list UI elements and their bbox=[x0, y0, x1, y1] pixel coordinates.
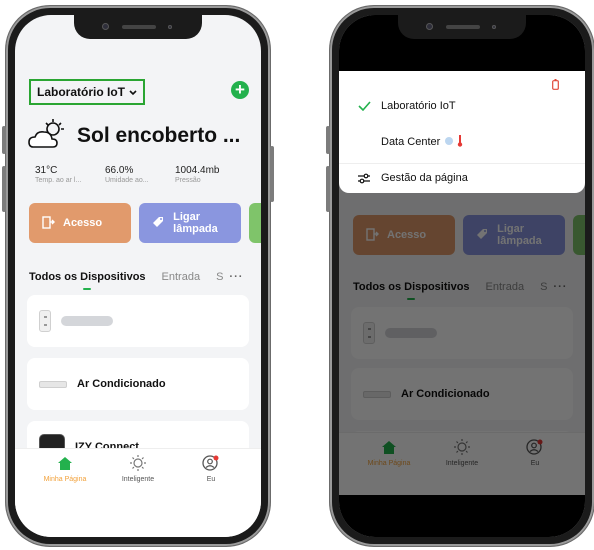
screen: Laboratório IoT + Sol encoberto ... 31°C… bbox=[15, 15, 261, 537]
tabbar-item-home[interactable]: Minha Página bbox=[35, 455, 95, 483]
side-button bbox=[2, 166, 6, 212]
stat-value: 66.0% bbox=[105, 165, 134, 176]
battery-icon bbox=[552, 79, 559, 92]
notch bbox=[74, 15, 202, 39]
door-icon bbox=[41, 215, 55, 232]
scene-acesso-button[interactable]: Acesso bbox=[29, 203, 132, 243]
phone-left: Laboratório IoT + Sol encoberto ... 31°C… bbox=[2, 6, 274, 546]
home-icon bbox=[57, 456, 73, 473]
device-tabs: Todos os Dispositivos Entrada S ··· bbox=[29, 265, 251, 290]
device-card[interactable] bbox=[27, 295, 249, 347]
tab-s[interactable]: S bbox=[216, 271, 223, 283]
side-button bbox=[2, 126, 6, 154]
stat-label: Umidade ao... bbox=[105, 177, 149, 184]
scene-partial[interactable] bbox=[249, 203, 261, 243]
bottom-tabbar: Minha Página Inteligente Eu bbox=[15, 448, 261, 537]
home-indicator-area bbox=[339, 495, 585, 537]
phone-right: Acesso Ligar lâmpada Todos os Dispositiv… bbox=[326, 6, 594, 546]
weather-condition: Sol encoberto ... bbox=[77, 124, 241, 147]
cloud-sun-icon bbox=[27, 117, 67, 156]
stat-temperature: 31°C Temp. ao ar l... bbox=[35, 165, 105, 184]
menu-item-data-center[interactable]: Data Center bbox=[353, 129, 575, 155]
location-dropdown-menu: Laboratório IoT Data Center Gestão da pá… bbox=[339, 71, 585, 193]
menu-item-gestao[interactable]: Gestão da página bbox=[353, 165, 575, 191]
tabbar-item-smart[interactable]: Inteligente bbox=[108, 455, 168, 483]
location-selector[interactable]: Laboratório IoT bbox=[29, 79, 145, 105]
menu-item-label: Gestão da página bbox=[381, 172, 468, 184]
scene-label: Ligar lâmpada bbox=[173, 211, 218, 235]
scene-ligar-lampada-button[interactable]: Ligar lâmpada bbox=[139, 203, 242, 243]
location-name: Laboratório IoT bbox=[37, 85, 125, 99]
stat-value: 1004.4mb bbox=[175, 165, 220, 176]
device-card[interactable]: Ar Condicionado bbox=[27, 358, 249, 410]
power-button bbox=[270, 146, 274, 202]
tabbar-item-me[interactable]: Eu bbox=[181, 455, 241, 483]
screen: Acesso Ligar lâmpada Todos os Dispositiv… bbox=[339, 15, 585, 537]
weather-summary: Sol encoberto ... bbox=[27, 118, 251, 151]
menu-item-laboratorio[interactable]: Laboratório IoT bbox=[353, 93, 575, 119]
menu-item-label: Laboratório IoT bbox=[381, 100, 456, 112]
scene-label: Acesso bbox=[63, 217, 103, 229]
thermometer-icon bbox=[457, 134, 463, 150]
sun-icon bbox=[130, 455, 146, 473]
header: Laboratório IoT + bbox=[15, 73, 261, 107]
stat-label: Temp. ao ar l... bbox=[35, 177, 82, 184]
scene-row: Acesso Ligar lâmpada bbox=[29, 203, 261, 245]
device-name: Ar Condicionado bbox=[77, 378, 166, 390]
device-name-blurred bbox=[61, 316, 113, 326]
snowflake-icon bbox=[444, 136, 454, 149]
tabbar-label: Inteligente bbox=[121, 476, 155, 483]
stat-label: Pressão bbox=[175, 177, 201, 184]
more-icon[interactable]: ··· bbox=[229, 271, 243, 283]
side-button bbox=[326, 166, 330, 212]
check-icon bbox=[353, 101, 375, 111]
plug-icon bbox=[39, 310, 51, 332]
side-button bbox=[326, 126, 330, 154]
stat-pressure: 1004.4mb Pressão bbox=[175, 165, 245, 184]
chevron-down-icon bbox=[129, 85, 137, 99]
weather-stats: 31°C Temp. ao ar l... 66.0% Umidade ao..… bbox=[35, 165, 251, 184]
menu-item-label: Data Center bbox=[381, 136, 441, 148]
notch bbox=[398, 15, 526, 39]
sliders-icon bbox=[353, 173, 375, 184]
add-icon[interactable]: + bbox=[231, 81, 249, 99]
tab-entrada[interactable]: Entrada bbox=[162, 271, 201, 283]
stat-value: 31°C bbox=[35, 165, 58, 176]
stat-humidity: 66.0% Umidade ao... bbox=[105, 165, 175, 184]
tabbar-label: Minha Página bbox=[43, 476, 87, 483]
user-icon bbox=[202, 455, 220, 473]
air-conditioner-icon bbox=[39, 380, 67, 388]
menu-divider bbox=[339, 163, 585, 164]
tag-icon bbox=[151, 215, 165, 232]
tab-todos[interactable]: Todos os Dispositivos bbox=[29, 271, 146, 290]
tabbar-label: Eu bbox=[206, 476, 216, 483]
